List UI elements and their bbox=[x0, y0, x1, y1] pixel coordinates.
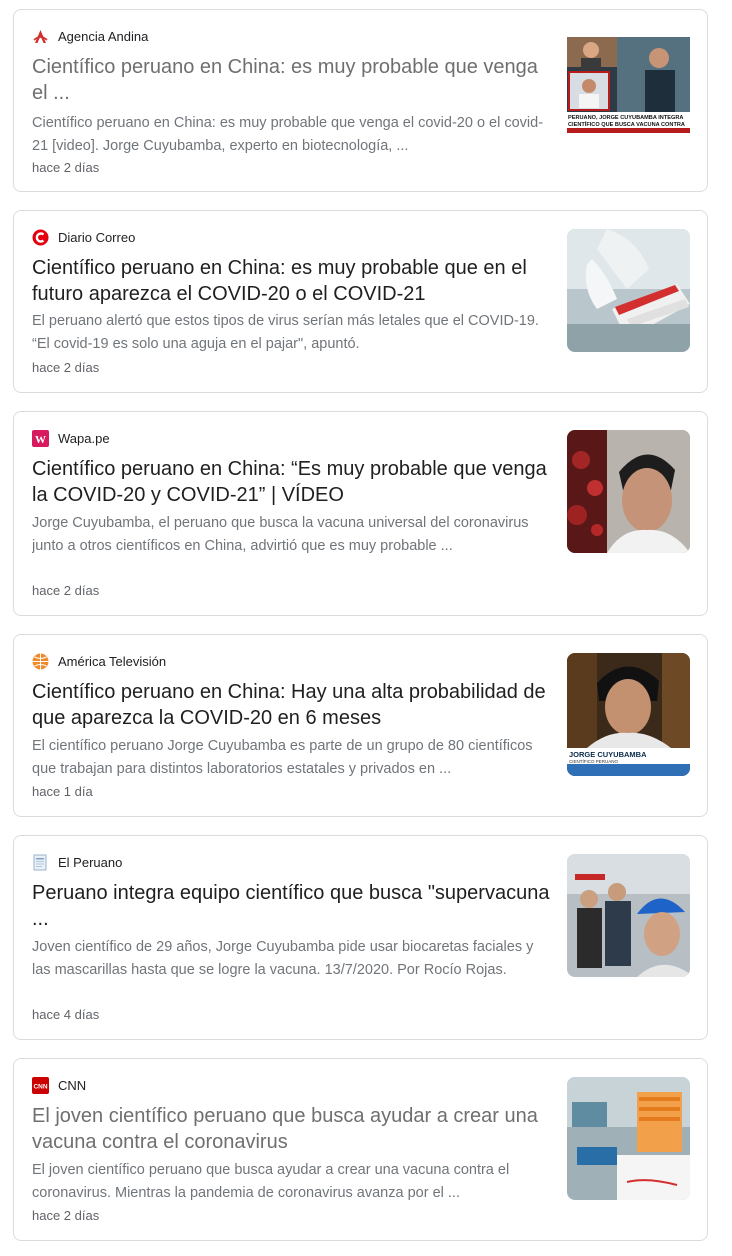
source-name: CNN bbox=[58, 1078, 87, 1093]
news-thumbnail[interactable] bbox=[567, 430, 690, 553]
svg-text:CNN: CNN bbox=[33, 1084, 47, 1091]
news-title-link[interactable]: Científico peruano en China: “Es muy pro… bbox=[32, 456, 552, 508]
news-timestamp: hace 2 días bbox=[32, 160, 100, 175]
news-timestamp: hace 2 días bbox=[32, 1208, 100, 1223]
source-name: El Peruano bbox=[58, 855, 123, 870]
news-thumbnail[interactable] bbox=[567, 1077, 690, 1200]
news-snippet: El científico peruano Jorge Cuyubamba es… bbox=[32, 738, 533, 777]
news-snippet: Jorge Cuyubamba, el peruano que busca la… bbox=[32, 515, 529, 554]
news-snippet: El peruano alertó que estos tipos de vir… bbox=[32, 313, 539, 352]
cnn-favicon-icon: CNN bbox=[32, 1077, 49, 1094]
news-card[interactable]: El Peruano Peruano integra equipo cientí… bbox=[13, 835, 708, 1040]
news-thumbnail[interactable] bbox=[567, 229, 690, 352]
news-source: El Peruano bbox=[32, 854, 122, 871]
news-source: CNN CNN bbox=[32, 1077, 86, 1094]
news-snippet: Joven científico de 29 años, Jorge Cuyub… bbox=[32, 939, 534, 978]
agencia-andina-favicon-icon bbox=[32, 28, 49, 45]
news-title-link[interactable]: Científico peruano en China: es muy prob… bbox=[32, 255, 552, 307]
source-name: Wapa.pe bbox=[58, 431, 110, 446]
news-card[interactable]: CNN CNN El joven científico peruano que … bbox=[13, 1058, 708, 1241]
news-source: Diario Correo bbox=[32, 229, 135, 246]
news-thumbnail[interactable] bbox=[567, 854, 690, 977]
thumb-caption: JORGE CUYUBAMBA bbox=[569, 750, 647, 759]
news-source: W Wapa.pe bbox=[32, 430, 110, 447]
news-card[interactable]: América Televisión Científico peruano en… bbox=[13, 634, 708, 817]
thumb-caption: CIENTÍFICO PERUANO bbox=[569, 758, 619, 764]
news-source: América Televisión bbox=[32, 653, 166, 670]
source-name: América Televisión bbox=[58, 654, 167, 669]
news-timestamp: hace 4 días bbox=[32, 1007, 100, 1022]
news-title-link[interactable]: Científico peruano en China: Hay una alt… bbox=[32, 679, 552, 731]
news-snippet: Científico peruano en China: es muy prob… bbox=[32, 115, 544, 154]
news-card[interactable]: Diario Correo Científico peruano en Chin… bbox=[13, 210, 708, 393]
news-card[interactable]: W Wapa.pe Científico peruano en China: “… bbox=[13, 411, 708, 616]
america-tv-favicon-icon bbox=[32, 653, 49, 670]
news-title-link[interactable]: Peruano integra equipo científico que bu… bbox=[32, 880, 552, 932]
source-name: Agencia Andina bbox=[58, 29, 149, 44]
news-timestamp: hace 2 días bbox=[32, 360, 100, 375]
news-snippet: El joven científico peruano que busca ay… bbox=[32, 1162, 510, 1201]
news-thumbnail[interactable]: PERUANO, JORGE CUYUBAMBA INTEGRA CIENTÍF… bbox=[567, 28, 690, 151]
news-card[interactable]: Agencia Andina Científico peruano en Chi… bbox=[13, 9, 708, 192]
news-title-link[interactable]: Científico peruano en China: es muy prob… bbox=[32, 54, 552, 106]
svg-text:W: W bbox=[35, 434, 46, 446]
news-title-link[interactable]: El joven científico peruano que busca ay… bbox=[32, 1103, 552, 1155]
news-timestamp: hace 1 día bbox=[32, 784, 93, 799]
source-name: Diario Correo bbox=[58, 230, 136, 245]
news-source: Agencia Andina bbox=[32, 28, 148, 45]
thumb-caption: CIENTÍFICO QUE BUSCA VACUNA CONTRA bbox=[568, 120, 685, 128]
news-thumbnail[interactable]: JORGE CUYUBAMBA CIENTÍFICO PERUANO bbox=[567, 653, 690, 776]
thumb-caption: PERUANO, JORGE CUYUBAMBA INTEGRA bbox=[568, 115, 683, 121]
el-peruano-favicon-icon bbox=[32, 854, 49, 871]
news-timestamp: hace 2 días bbox=[32, 583, 100, 598]
diario-correo-favicon-icon bbox=[32, 229, 49, 246]
wapa-favicon-icon: W bbox=[32, 430, 49, 447]
